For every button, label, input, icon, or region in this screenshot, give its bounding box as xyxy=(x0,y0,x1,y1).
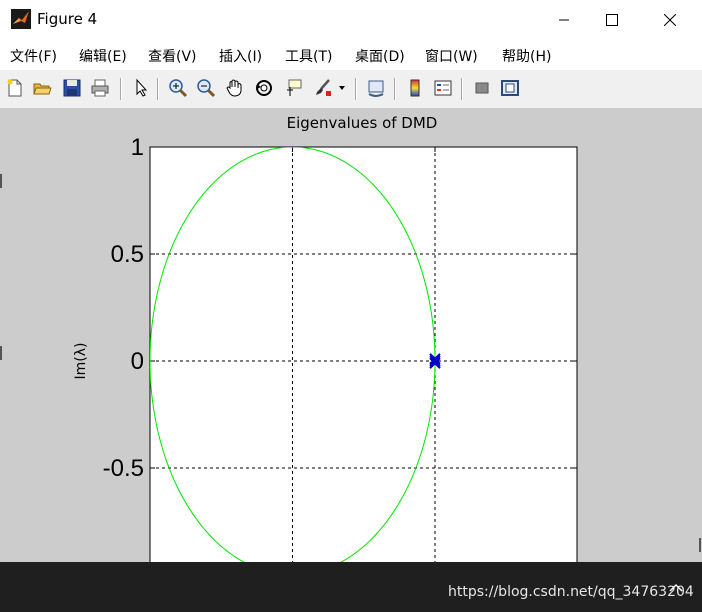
watermark-text: https://blog.csdn.net/qq_34763204 xyxy=(448,584,694,600)
y-tick-label: -0.5 xyxy=(103,455,144,482)
y-tick-label: 1 xyxy=(131,134,144,161)
axes-background xyxy=(149,146,578,562)
y-tick-label: 0.5 xyxy=(111,241,144,268)
y-tick-labels: 1 0.5 0 -0.5 xyxy=(103,134,144,482)
y-axis-label: Im(λ) xyxy=(73,343,89,380)
y-tick-label: 0 xyxy=(131,348,144,375)
plot-axes[interactable]: 1 0.5 0 -0.5 Im(λ) xyxy=(0,0,702,562)
tray-chevron-up-icon[interactable] xyxy=(668,580,684,596)
